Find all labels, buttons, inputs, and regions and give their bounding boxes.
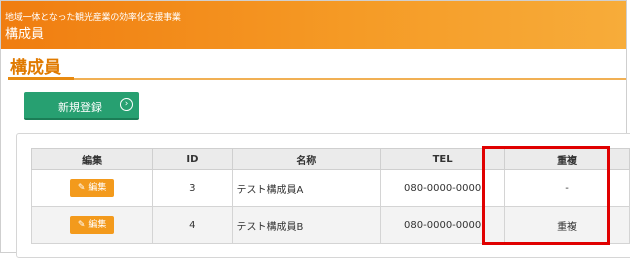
duplicate-cell: -: [504, 169, 630, 207]
column-header-duplicate: 重複: [504, 148, 630, 170]
table-row: ✎ 編集 3 テスト構成員A 080-0000-0000 -: [30, 169, 630, 207]
tel-cell: 080-0000-0000: [380, 206, 506, 244]
id-cell: 4: [152, 206, 233, 244]
pencil-icon: ✎: [77, 183, 86, 193]
name-cell: テスト構成員A: [231, 169, 382, 207]
members-table: 編集 ID 名称 TEL 重複 ✎ 編集 3 テスト構成員A 080-0000-0…: [30, 148, 630, 244]
column-header-id: ID: [152, 148, 233, 170]
app-header: 地域一体となった観光産業の効率化支援事業 構成員: [1, 1, 626, 49]
title-divider: [8, 78, 626, 80]
edit-cell: ✎ 編集: [30, 169, 154, 207]
column-header-name: 名称: [231, 148, 382, 170]
edit-button[interactable]: ✎ 編集: [70, 216, 115, 234]
name-cell: テスト構成員B: [231, 206, 382, 244]
edit-button-label: 編集: [88, 183, 107, 193]
new-registration-label: 新規登録: [58, 101, 102, 114]
chevron-right-circle-icon: ›: [120, 98, 133, 111]
title-divider-accent: [8, 77, 74, 80]
duplicate-cell: 重複: [504, 206, 630, 244]
edit-button[interactable]: ✎ 編集: [70, 179, 115, 197]
edit-cell: ✎ 編集: [30, 206, 154, 244]
column-header-tel: TEL: [380, 148, 506, 170]
pencil-icon: ✎: [77, 220, 86, 230]
new-registration-button[interactable]: 新規登録 ›: [24, 92, 139, 120]
header-subtitle: 地域一体となった観光産業の効率化支援事業: [5, 13, 181, 23]
tel-cell: 080-0000-0000: [380, 169, 506, 207]
id-cell: 3: [152, 169, 233, 207]
page-title: 構成員: [10, 58, 61, 78]
column-header-edit: 編集: [30, 148, 154, 170]
table-header-row: 編集 ID 名称 TEL 重複: [30, 148, 630, 170]
header-title: 構成員: [5, 27, 45, 42]
edit-button-label: 編集: [88, 220, 107, 230]
table-row: ✎ 編集 4 テスト構成員B 080-0000-0000 重複: [30, 206, 630, 244]
